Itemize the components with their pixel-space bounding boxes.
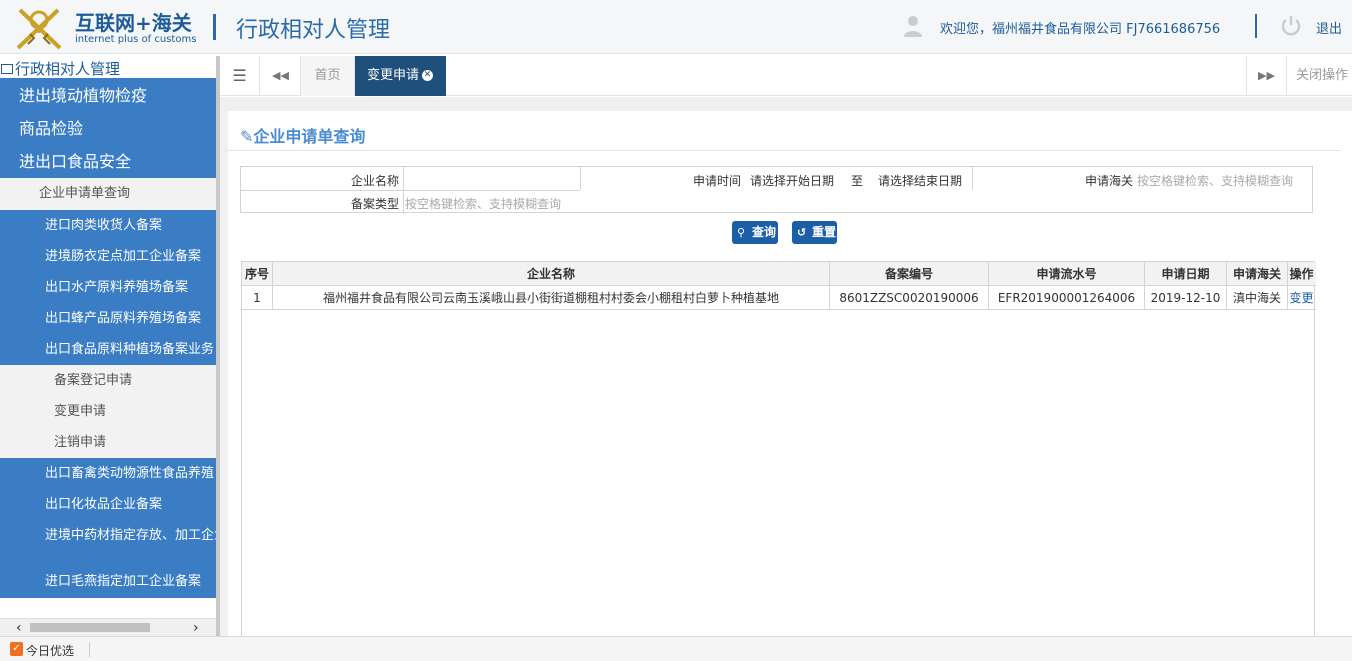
reset-icon: ↺ bbox=[797, 226, 807, 239]
form-divider bbox=[972, 167, 973, 190]
power-icon[interactable] bbox=[1280, 14, 1302, 38]
taskbar-separator bbox=[89, 642, 90, 657]
form-divider bbox=[241, 190, 580, 191]
sidebar-item-commodity-inspection[interactable]: 商品检验 bbox=[0, 112, 218, 145]
tab-bar: ☰ ◀◀ 首页 变更申请 ✕ ▶▶ 关闭操作 bbox=[220, 56, 1352, 96]
reset-button-label: 重置 bbox=[812, 225, 837, 239]
change-link[interactable]: 变更 bbox=[1288, 287, 1315, 309]
sidebar-item-cosmetics[interactable]: 出口化妆品企业备案 bbox=[0, 489, 218, 520]
logo-title: 互联网+海关 bbox=[75, 11, 192, 35]
sidebar-item-bird-nest[interactable]: 进口毛燕指定加工企业备案 bbox=[0, 566, 218, 597]
shopping-bag-icon[interactable]: ✓ bbox=[10, 642, 23, 656]
taskbar-today-picks[interactable]: 今日优选 bbox=[26, 642, 74, 659]
menu-toggle-icon[interactable]: ☰ bbox=[220, 56, 260, 96]
cell-company: 福州福井食品有限公司云南玉溪峨山县小街街道棚租村村委会小棚租村白萝卜种植基地 bbox=[322, 291, 779, 305]
sidebar-root-label: 行政相对人管理 bbox=[15, 60, 121, 78]
row-divider bbox=[242, 309, 1316, 310]
customs-input[interactable]: 按空格键检索、支持模糊查询 bbox=[1137, 172, 1293, 189]
reset-button[interactable]: ↺ 重置 bbox=[792, 221, 837, 244]
tab-next-icon[interactable]: ▶▶ bbox=[1246, 56, 1286, 96]
header-bar: 互联网+海关 internet plus of customs 行政相对人管理 … bbox=[0, 0, 1352, 54]
sidebar-item-food-safety[interactable]: 进出口食品安全 bbox=[0, 145, 218, 178]
sidebar-item-aquatic-farm[interactable]: 出口水产原料养殖场备案 bbox=[0, 272, 218, 303]
scroll-right-icon[interactable]: › bbox=[193, 619, 199, 636]
record-type-label: 备案类型 bbox=[350, 197, 399, 211]
tab-change-request-label: 变更申请 bbox=[367, 68, 420, 83]
cell-record-no: 8601ZZSC0020190006 bbox=[839, 291, 979, 305]
taskbar: ✓ 今日优选 bbox=[0, 636, 1352, 661]
col-header-serial-no: 申请流水号 bbox=[1036, 267, 1097, 281]
customs-label: 申请海关 bbox=[1084, 174, 1133, 188]
sidebar: 行政相对人管理 进出境动植物检疫 商品检验 进出口食品安全 企业申请单查询 进口… bbox=[0, 56, 220, 636]
panel-title-text: 企业申请单查询 bbox=[253, 127, 366, 146]
cell-serial-no: EFR201900001264006 bbox=[997, 291, 1136, 305]
panel-title: ✎企业申请单查询 bbox=[240, 123, 365, 147]
close-tab-icon[interactable]: ✕ bbox=[422, 70, 434, 81]
form-divider bbox=[580, 167, 581, 190]
end-date-input[interactable]: 请选择结束日期 bbox=[878, 172, 962, 189]
scroll-left-icon[interactable]: ‹ bbox=[16, 619, 22, 636]
close-operations-menu[interactable]: 关闭操作 bbox=[1286, 56, 1352, 96]
sidebar-item-livestock-farm[interactable]: 出口畜禽类动物源性食品养殖 bbox=[0, 458, 218, 489]
query-button-label: 查询 bbox=[752, 225, 777, 239]
date-range-to: 至 bbox=[851, 174, 864, 188]
cell-no: 1 bbox=[253, 291, 261, 305]
apply-time-label: 申请时间 bbox=[692, 174, 741, 188]
col-header-customs: 申请海关 bbox=[1232, 267, 1281, 281]
customs-emblem-icon bbox=[16, 8, 62, 50]
sidebar-item-casing-processing[interactable]: 进境肠衣定点加工企业备案 bbox=[0, 241, 218, 272]
sidebar-item-planting-farm[interactable]: 出口食品原料种植场备案业务 bbox=[0, 334, 218, 365]
tab-home[interactable]: 首页 bbox=[301, 56, 355, 96]
cell-customs: 滇中海关 bbox=[1232, 291, 1281, 305]
search-form: 企业名称 申请时间 请选择开始日期 至 请选择结束日期 申请海关 按空格键检索、… bbox=[240, 166, 1313, 214]
welcome-text: 欢迎您，福州福井食品有限公司 FJ7661686756 bbox=[940, 22, 1221, 37]
menu-icon bbox=[1, 64, 13, 74]
company-name-label: 企业名称 bbox=[350, 174, 399, 188]
tab-prev-icon[interactable]: ◀◀ bbox=[261, 56, 301, 96]
content-area: ✎企业申请单查询 企业名称 申请时间 请选择开始日期 至 请选择结束日期 申请海… bbox=[220, 97, 1352, 636]
sidebar-item-plant-quarantine[interactable]: 进出境动植物检疫 bbox=[0, 79, 218, 112]
company-name-input[interactable] bbox=[405, 169, 579, 189]
sidebar-horizontal-scrollbar[interactable]: ‹ › bbox=[0, 618, 218, 636]
header-divider-right bbox=[1255, 14, 1257, 38]
sidebar-leaf-change[interactable]: 变更申请 bbox=[0, 396, 218, 427]
tab-change-request[interactable]: 变更申请 ✕ bbox=[355, 56, 446, 96]
sidebar-leaf-cancel[interactable]: 注销申请 bbox=[0, 427, 218, 458]
sidebar-item-bee-farm[interactable]: 出口蜂产品原料养殖场备案 bbox=[0, 303, 218, 334]
cell-date: 2019-12-10 bbox=[1150, 291, 1221, 305]
results-table: 序号 企业名称 备案编号 申请流水号 申请日期 申请海关 操作 1 福州福井食品… bbox=[241, 261, 1316, 636]
query-button[interactable]: ⚲ 查询 bbox=[732, 221, 778, 244]
app-title: 行政相对人管理 bbox=[236, 18, 391, 43]
col-header-no: 序号 bbox=[244, 267, 269, 281]
query-panel: ✎企业申请单查询 企业名称 申请时间 请选择开始日期 至 请选择结束日期 申请海… bbox=[228, 111, 1352, 636]
title-divider bbox=[228, 150, 1341, 151]
sidebar-item-meat-consignee[interactable]: 进口肉类收货人备案 bbox=[0, 210, 218, 241]
sidebar-root[interactable]: 行政相对人管理 bbox=[0, 58, 220, 78]
col-header-action: 操作 bbox=[1289, 267, 1314, 281]
record-type-input[interactable]: 按空格键检索、支持模糊查询 bbox=[405, 195, 561, 212]
edit-icon: ✎ bbox=[240, 127, 254, 146]
sidebar-leaf-register[interactable]: 备案登记申请 bbox=[0, 365, 218, 396]
sidebar-item-herbal-storage[interactable]: 进境中药材指定存放、加工企业 bbox=[0, 520, 218, 551]
scrollbar-thumb[interactable] bbox=[30, 623, 150, 632]
start-date-input[interactable]: 请选择开始日期 bbox=[750, 172, 834, 189]
col-header-record-no: 备案编号 bbox=[884, 267, 933, 281]
col-header-company: 企业名称 bbox=[526, 267, 575, 281]
logo-subtitle: internet plus of customs bbox=[75, 34, 197, 45]
logout-link[interactable]: 退出 bbox=[1316, 18, 1342, 37]
header-divider bbox=[213, 14, 216, 40]
form-divider bbox=[403, 167, 404, 214]
sidebar-item-enterprise-query[interactable]: 企业申请单查询 bbox=[0, 178, 218, 210]
search-icon: ⚲ bbox=[737, 226, 746, 239]
col-header-date: 申请日期 bbox=[1161, 267, 1210, 281]
user-icon bbox=[904, 16, 922, 37]
